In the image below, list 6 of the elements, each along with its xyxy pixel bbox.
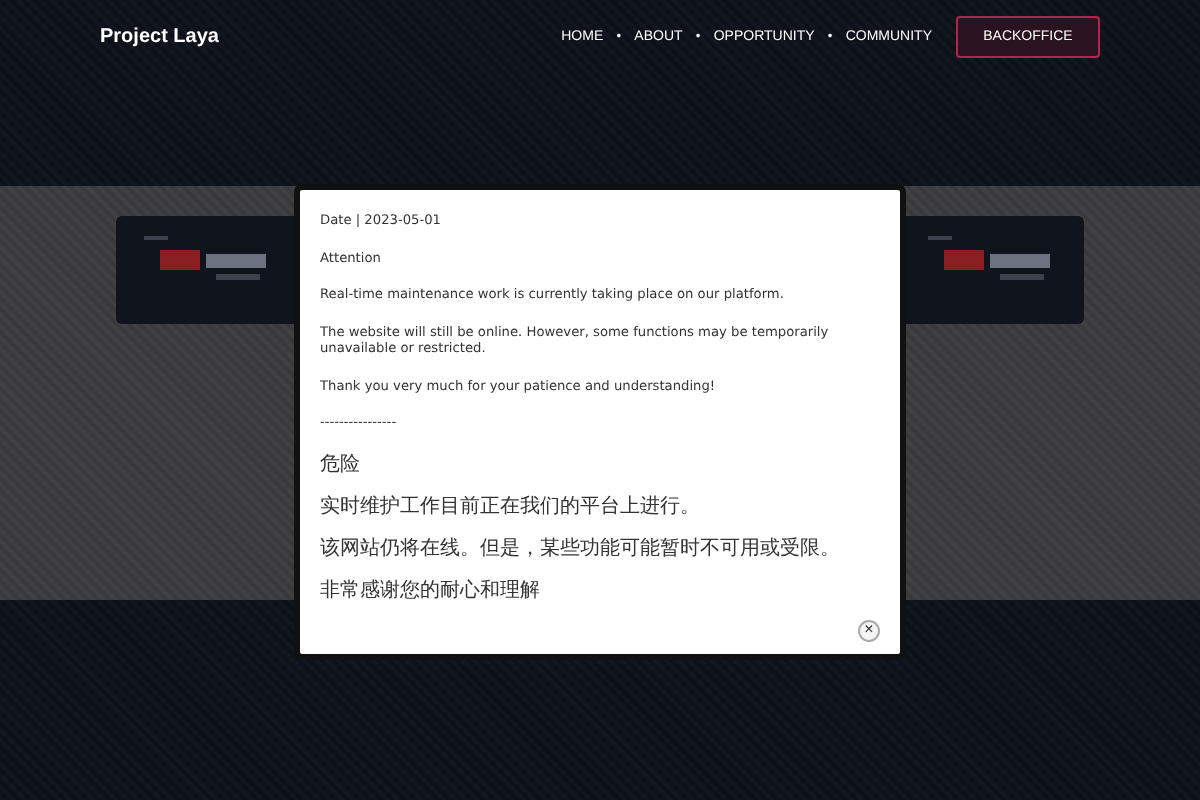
notice-text: 该网站仍将在线。但是，某些功能可能暂时不可用或受限。 [320,535,842,562]
brand-name[interactable]: Project Laya [100,26,219,48]
notice-text: 实时维护工作目前正在我们的平台上进行。 [320,493,702,520]
notice-text: 非常感谢您的耐心和理解 [320,577,542,604]
notice-text: 危险 [320,451,362,478]
close-button[interactable]: × [858,619,880,642]
